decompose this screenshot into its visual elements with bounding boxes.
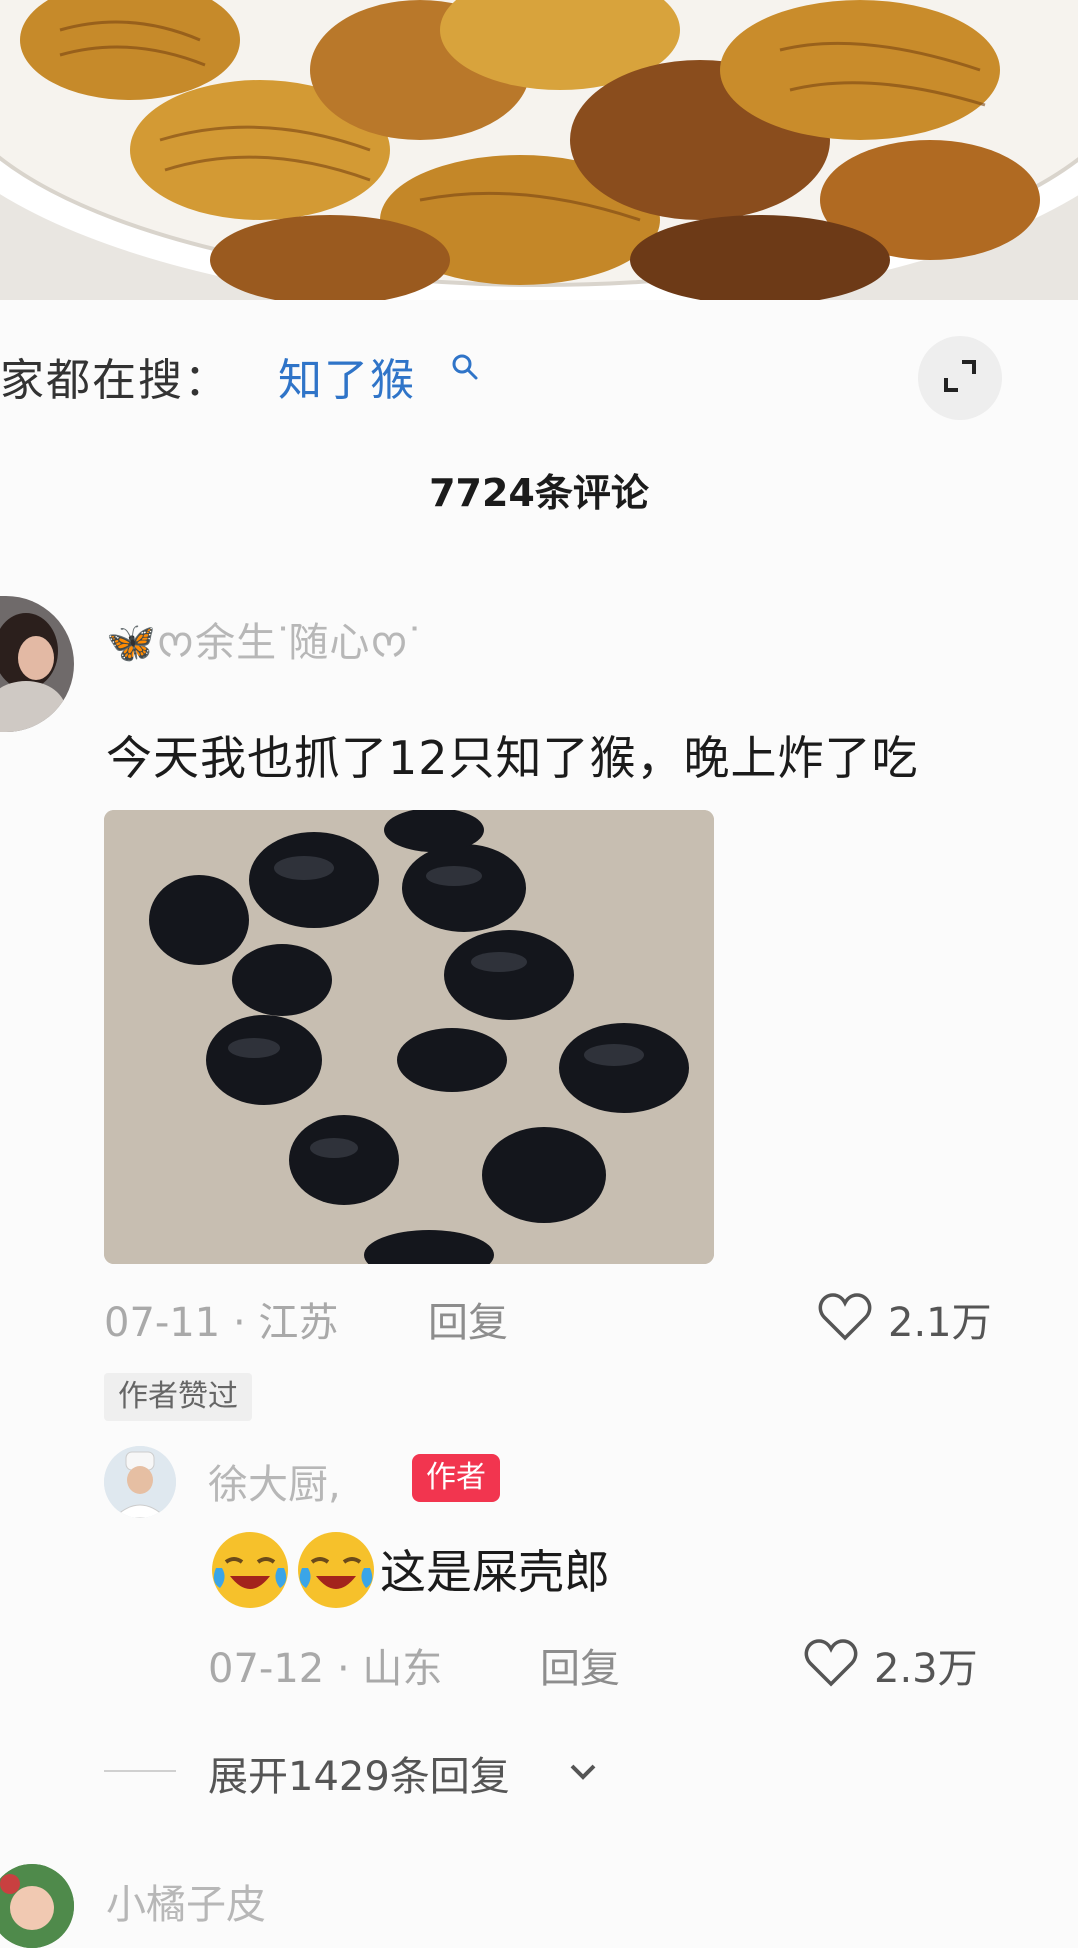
comment-image[interactable]: [104, 810, 714, 1264]
reply-button[interactable]: 回复: [540, 1636, 620, 1694]
like-count: 2.1万: [888, 1300, 992, 1346]
expand-replies-label[interactable]: 展开1429条回复: [208, 1744, 510, 1802]
laughing-crying-emoji-icon: [208, 1528, 292, 1612]
laughing-crying-emoji-icon: [294, 1528, 378, 1612]
search-icon[interactable]: [450, 352, 480, 382]
author-badge: 作者: [412, 1454, 500, 1502]
search-suggestion-prefix: 家都在搜：: [0, 355, 230, 406]
fullscreen-icon: [940, 356, 980, 400]
comment-count-title: 7724条评论: [429, 471, 649, 515]
search-suggestion-row[interactable]: 家都在搜： 知了猴: [0, 332, 1078, 420]
heart-icon[interactable]: [818, 1292, 872, 1342]
heart-icon[interactable]: [804, 1638, 858, 1688]
reply-button[interactable]: 回复: [428, 1290, 508, 1348]
comment-username[interactable]: 🦋ᰔ余生ᐝ随心ᰔᐝ: [106, 610, 420, 674]
chevron-down-icon[interactable]: [566, 1754, 600, 1788]
comment-date-location: 07-11 · 江苏: [104, 1300, 339, 1346]
avatar[interactable]: [0, 1864, 74, 1948]
reply-meta: 07-12 · 山东 回复 2.3万: [208, 1636, 1008, 1692]
search-suggestion-term[interactable]: 知了猴: [278, 344, 416, 408]
avatar[interactable]: [104, 1446, 176, 1518]
reply-text: 这是屎壳郎: [380, 1545, 610, 1599]
comment-meta: 07-11 · 江苏 回复 2.1万: [104, 1290, 1004, 1346]
fullscreen-button[interactable]: [918, 336, 1002, 420]
food-photo: [0, 0, 1078, 300]
author-liked-badge: 作者赞过: [104, 1373, 252, 1421]
avatar[interactable]: [0, 596, 74, 732]
reply-username[interactable]: 徐大厨,: [208, 1452, 341, 1510]
like-count: 2.3万: [874, 1646, 978, 1692]
reply-date-location: 07-12 · 山东: [208, 1646, 443, 1692]
comment-username[interactable]: 小橘子皮: [106, 1872, 266, 1930]
divider-line: [104, 1770, 176, 1772]
comment-text: 今天我也抓了12只知了猴，晚上炸了吃: [106, 731, 919, 785]
